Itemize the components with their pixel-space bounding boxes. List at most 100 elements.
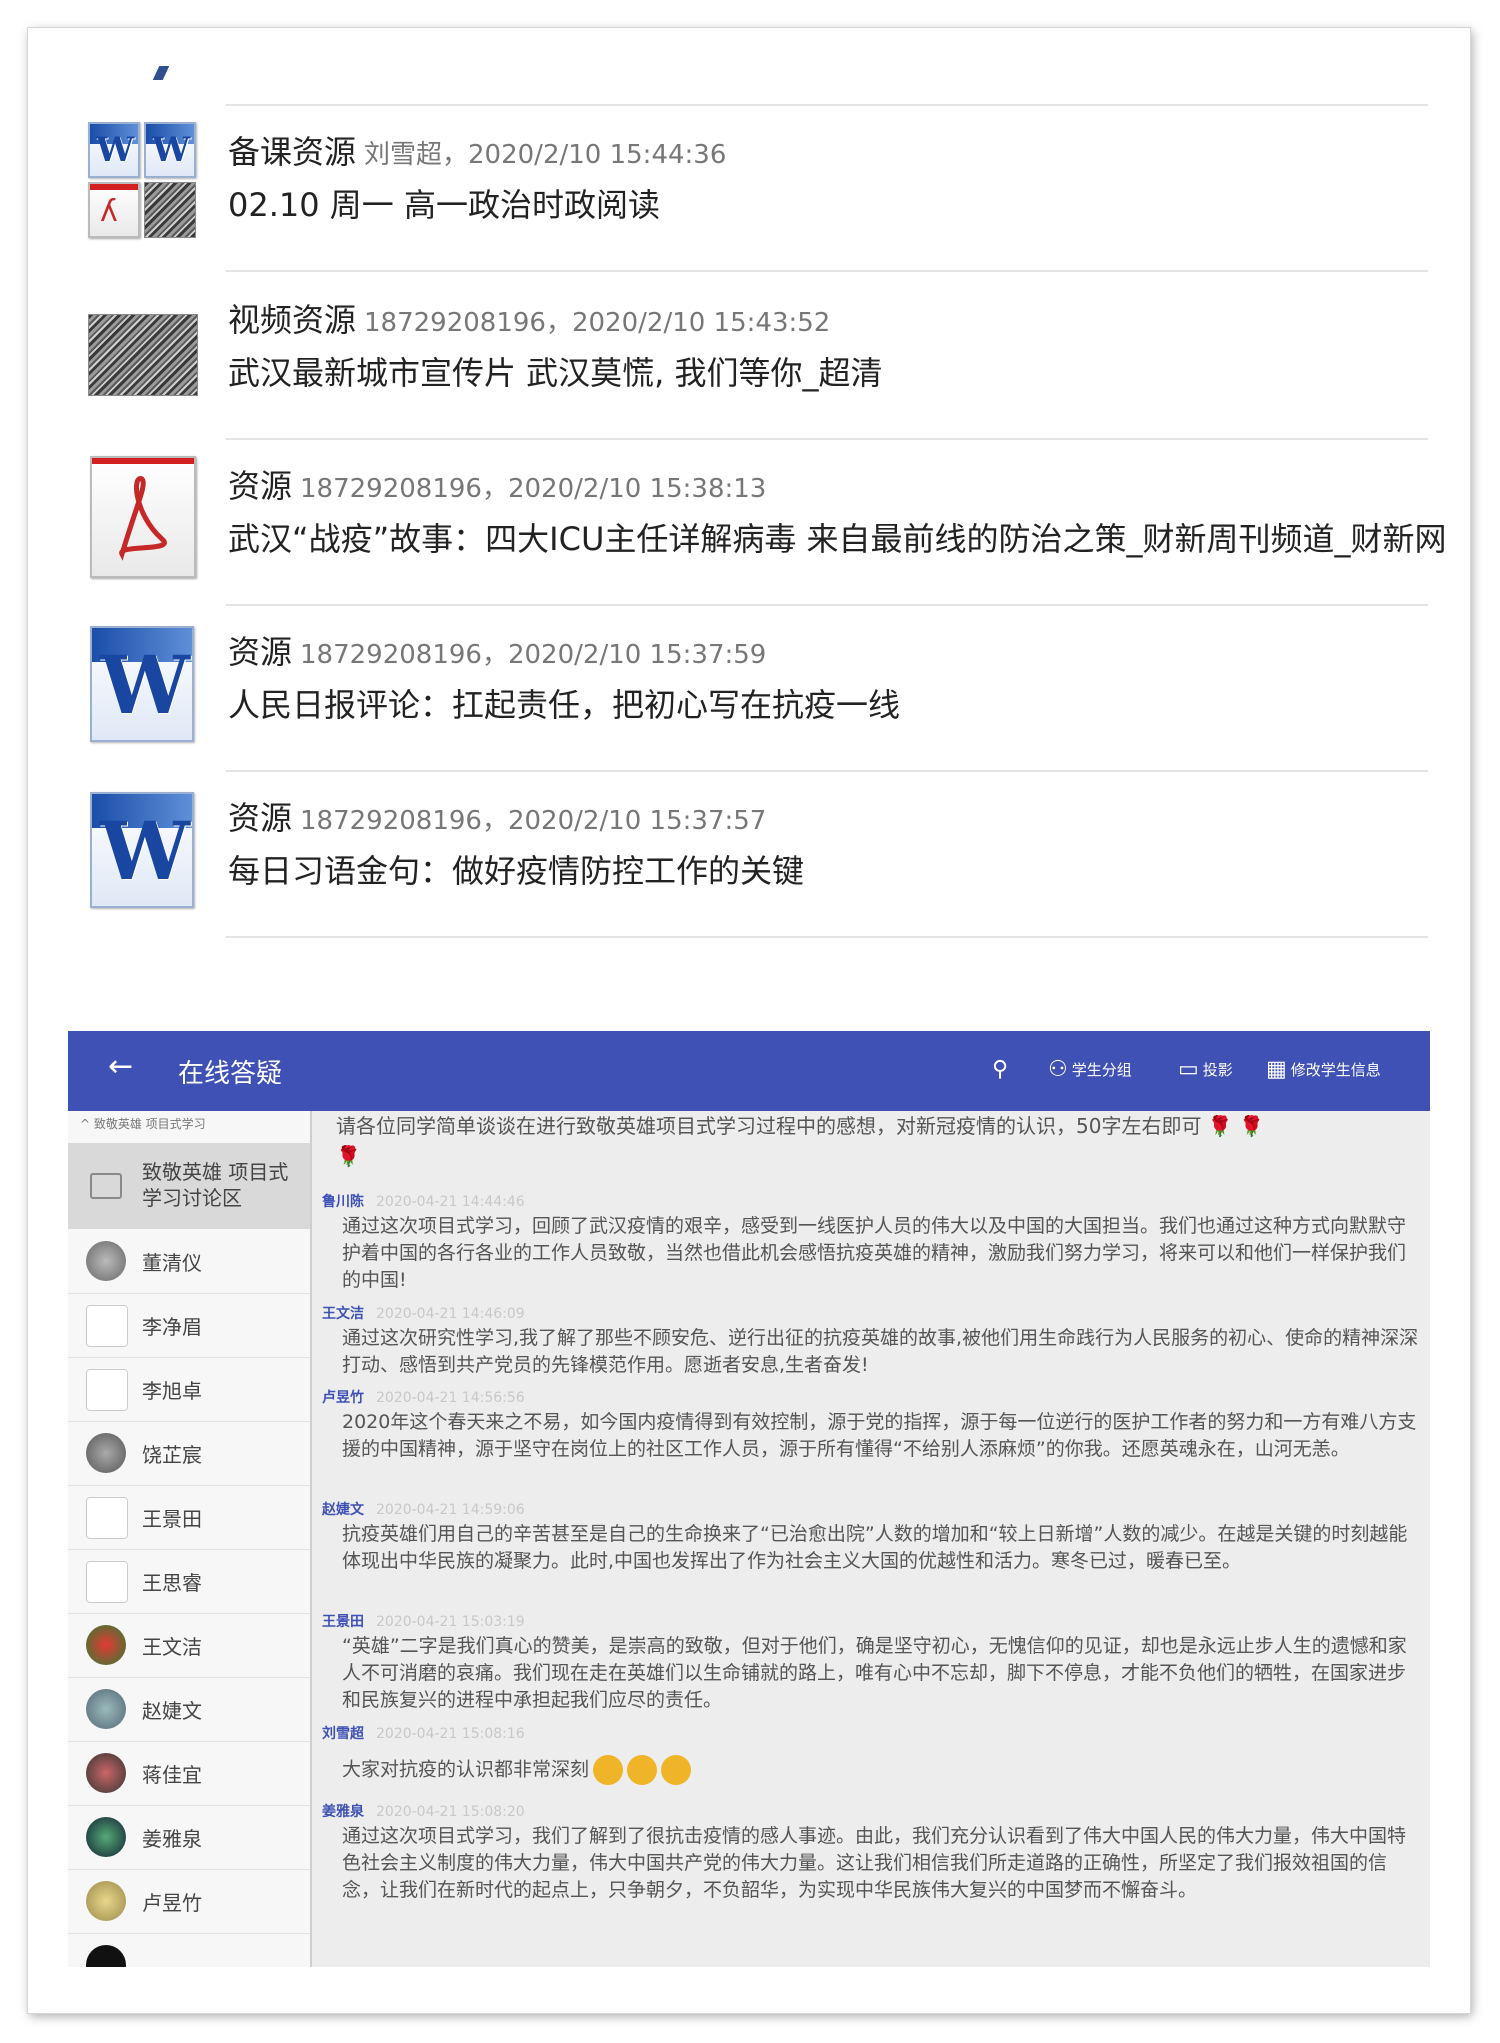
student-item[interactable] — [68, 1933, 310, 1967]
message-text: 通过这次项目式学习，我们了解到了很抗击疫情的感人事迹。由此，我们充分认识看到了伟… — [342, 1825, 1407, 1901]
separator — [226, 438, 1428, 440]
group-students-button[interactable]: ⚇ 学生分组 — [1048, 1057, 1132, 1082]
student-name: 蒋佳宜 — [142, 1763, 202, 1787]
avatar — [86, 1689, 126, 1729]
app-title: 在线答疑 — [178, 1059, 283, 1089]
avatar — [86, 1305, 128, 1347]
resource-item[interactable]: 资源 18729208196，2020/2/10 15:38:13 武汉“战疫”故… — [88, 448, 1447, 614]
search-icon[interactable]: ⚲ — [992, 1057, 1012, 1082]
student-name: 董清仪 — [142, 1251, 202, 1275]
separator — [226, 604, 1428, 606]
resource-meta: 18729208196，2020/2/10 15:38:13 — [300, 474, 767, 504]
message-text: 通过这次项目式学习，回顾了武汉疫情的艰辛，感受到一线医护人员的伟大以及中国的大国… — [342, 1215, 1407, 1291]
back-arrow-icon[interactable]: ← — [108, 1049, 133, 1084]
resource-title: 02.10 周一 高一政治时政阅读 — [228, 186, 660, 224]
avatar — [86, 1753, 126, 1793]
avatar — [86, 1625, 126, 1665]
message-text: 通过这次研究性学习,我了解了那些不顾安危、逆行出征的抗疫英雄的故事,被他们用生命… — [342, 1327, 1419, 1376]
word-icon: W — [88, 622, 198, 742]
avatar — [86, 1881, 126, 1921]
student-name: 王景田 — [142, 1507, 202, 1531]
chat-bubbles-icon — [90, 1173, 122, 1199]
student-item[interactable]: 李净眉 — [68, 1293, 310, 1358]
file-bundle-icon: W W ʎ — [88, 122, 198, 240]
message-author: 鲁川陈 2020-04-21 14:44:46 — [322, 1194, 525, 1210]
avatar — [86, 1945, 126, 1967]
resource-item[interactable]: W W ʎ 备课资源 刘雪超，2020/2/10 15:44:36 02.10 周… — [88, 114, 1428, 280]
student-name: 赵婕文 — [142, 1699, 202, 1723]
student-item[interactable]: 王思睿 — [68, 1549, 310, 1614]
message-author: 赵婕文 2020-04-21 14:59:06 — [322, 1502, 525, 1518]
student-item[interactable]: 王景田 — [68, 1485, 310, 1550]
sidebar-header[interactable]: ^ 致敬英雄 项目式学习 — [80, 1115, 206, 1132]
message-text: 抗疫英雄们用自己的辛苦甚至是自己的生命换来了“已治愈出院”人数的增加和“较上日新… — [342, 1523, 1408, 1572]
resource-item[interactable]: W 资源 18729208196，2020/2/10 15:37:59 人民日报评… — [88, 614, 1428, 780]
message-author: 王文洁 2020-04-21 14:46:09 — [322, 1306, 525, 1322]
avatar — [86, 1369, 128, 1411]
student-item[interactable]: 王文洁 — [68, 1613, 310, 1678]
student-item[interactable]: 赵婕文 — [68, 1677, 310, 1742]
student-name: 姜雅泉 — [142, 1827, 202, 1851]
thumbs-up-emoji-icon — [627, 1755, 658, 1785]
resource-title: 武汉最新城市宣传片 武汉莫慌, 我们等你_超清 — [228, 354, 883, 392]
discussion-group-item[interactable]: 致敬英雄 项目式学习讨论区 — [68, 1143, 310, 1229]
message-text: 2020年这个春天来之不易，如今国内疫情得到有效控制，源于党的指挥，源于每一位逆… — [342, 1411, 1417, 1460]
student-item[interactable]: 董清仪 — [68, 1229, 310, 1294]
monitor-icon: ▭ — [1178, 1057, 1199, 1082]
student-item[interactable]: 李旭卓 — [68, 1357, 310, 1422]
message-text: “英雄”二字是我们真心的赞美，是崇高的致敬，但对于他们，确是坚守初心，无愧信仰的… — [342, 1635, 1407, 1711]
message-text: 大家对抗疫的认识都非常深刻 — [342, 1755, 1424, 1785]
resource-category: 资源 — [228, 799, 293, 837]
message-author: 王景田 2020-04-21 15:03:19 — [322, 1614, 525, 1630]
pdf-icon — [88, 456, 198, 578]
video-thumbnail-icon — [88, 290, 198, 408]
thumbs-up-emoji-icon — [661, 1755, 692, 1785]
resource-category: 资源 — [228, 633, 293, 671]
message-author: 姜雅泉 2020-04-21 15:08:20 — [322, 1804, 525, 1820]
avatar — [86, 1241, 126, 1281]
chat-panel: 请各位同学简单谈谈在进行致敬英雄项目式学习过程中的感想，对新冠疫情的认识，50字… — [312, 1111, 1430, 1967]
resource-meta: 18729208196，2020/2/10 15:37:57 — [300, 806, 767, 836]
message-author: 卢昱竹 2020-04-21 14:56:56 — [322, 1390, 525, 1406]
resource-category: 备课资源 — [228, 133, 357, 171]
separator — [226, 936, 1428, 938]
student-name: 卢昱竹 — [142, 1891, 202, 1915]
resource-meta: 刘雪超，2020/2/10 15:44:36 — [364, 140, 727, 170]
student-name: 李净眉 — [142, 1315, 202, 1339]
separator — [226, 770, 1428, 772]
separator — [226, 104, 1428, 106]
resource-meta: 18729208196，2020/2/10 15:37:59 — [300, 640, 767, 670]
resource-meta: 18729208196，2020/2/10 15:43:52 — [364, 308, 831, 338]
project-button[interactable]: ▭ 投影 — [1178, 1057, 1233, 1082]
rose-emoji-icon: 🌹 🌹 — [1207, 1114, 1264, 1138]
app-bar: ← 在线答疑 ⚲ ⚇ 学生分组 ▭ 投影 ▦ 修改学生信息 — [68, 1031, 1430, 1111]
avatar — [86, 1817, 126, 1857]
resource-title: 人民日报评论：扛起责任，把初心写在抗疫一线 — [228, 686, 901, 724]
resource-title: 每日习语金句：做好疫情防控工作的关键 — [228, 852, 805, 890]
student-item[interactable]: 卢昱竹 — [68, 1869, 310, 1934]
student-item[interactable]: 姜雅泉 — [68, 1805, 310, 1870]
resource-category: 视频资源 — [228, 301, 357, 339]
avatar — [86, 1433, 126, 1473]
edit-student-info-button[interactable]: ▦ 修改学生信息 — [1266, 1057, 1381, 1082]
thumbs-up-emoji-icon — [593, 1755, 624, 1785]
avatar — [86, 1497, 128, 1539]
question-prompt: 请各位同学简单谈谈在进行致敬英雄项目式学习过程中的感想，对新冠疫情的认识，50字… — [336, 1114, 1264, 1168]
sidebar: ^ 致敬英雄 项目式学习 致敬英雄 项目式学习讨论区 董清仪 李净眉 李旭卓 饶… — [68, 1111, 312, 1967]
online-qa-screen: ← 在线答疑 ⚲ ⚇ 学生分组 ▭ 投影 ▦ 修改学生信息 ^ 致敬英雄 项目式学习 … — [68, 1031, 1430, 1967]
separator — [226, 270, 1428, 272]
resource-item[interactable]: W 资源 18729208196，2020/2/10 15:37:57 每日习语金… — [88, 780, 1428, 946]
student-name: 李旭卓 — [142, 1379, 202, 1403]
word-icon: W — [88, 788, 198, 908]
student-item[interactable]: 蒋佳宜 — [68, 1741, 310, 1806]
message-author: 刘雪超 2020-04-21 15:08:16 — [322, 1726, 525, 1742]
resource-category: 资源 — [228, 467, 293, 505]
rose-emoji-icon: 🌹 — [336, 1144, 361, 1168]
id-card-icon: ▦ — [1266, 1057, 1287, 1082]
group-label: 致敬英雄 项目式学习讨论区 — [142, 1160, 289, 1210]
avatar — [86, 1561, 128, 1603]
people-icon: ⚇ — [1048, 1057, 1068, 1082]
student-item[interactable]: 饶芷宸 — [68, 1421, 310, 1486]
resource-title: 武汉“战疫”故事：四大ICU主任详解病毒 来自最前线的防治之策_财新周刊频道_财… — [228, 520, 1447, 558]
resource-item[interactable]: 视频资源 18729208196，2020/2/10 15:43:52 武汉最新城… — [88, 282, 1428, 448]
